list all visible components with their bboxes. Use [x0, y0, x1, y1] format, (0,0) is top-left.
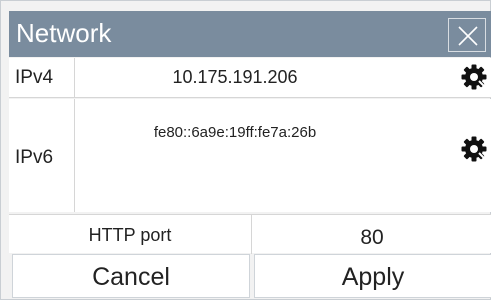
- http-port-value[interactable]: 80: [252, 215, 491, 254]
- ipv4-row: IPv4 10.175.191.206: [9, 58, 491, 98]
- ipv4-value: 10.175.191.206: [172, 67, 298, 87]
- ipv6-value: fe80::6a9e:19ff:fe7a:26b: [153, 124, 317, 141]
- http-port-row: HTTP port 80: [9, 214, 491, 254]
- gear-icon[interactable]: [460, 135, 488, 163]
- title-bar: Network: [9, 11, 491, 57]
- cancel-button[interactable]: Cancel: [12, 254, 250, 298]
- dialog-title: Network: [16, 18, 112, 48]
- ipv6-label: IPv6: [9, 99, 75, 212]
- http-port-label: HTTP port: [9, 215, 252, 254]
- ipv6-row: IPv6 fe80::6a9e:19ff:fe7a:26b: [9, 99, 491, 212]
- ipv4-label: IPv4: [9, 58, 75, 97]
- network-dialog: Network IPv4 10.175.191.206 IPv6 fe80::6…: [0, 0, 491, 300]
- close-icon: [458, 26, 478, 46]
- apply-button[interactable]: Apply: [254, 254, 491, 298]
- close-button[interactable]: [448, 18, 486, 52]
- gear-icon[interactable]: [460, 63, 488, 91]
